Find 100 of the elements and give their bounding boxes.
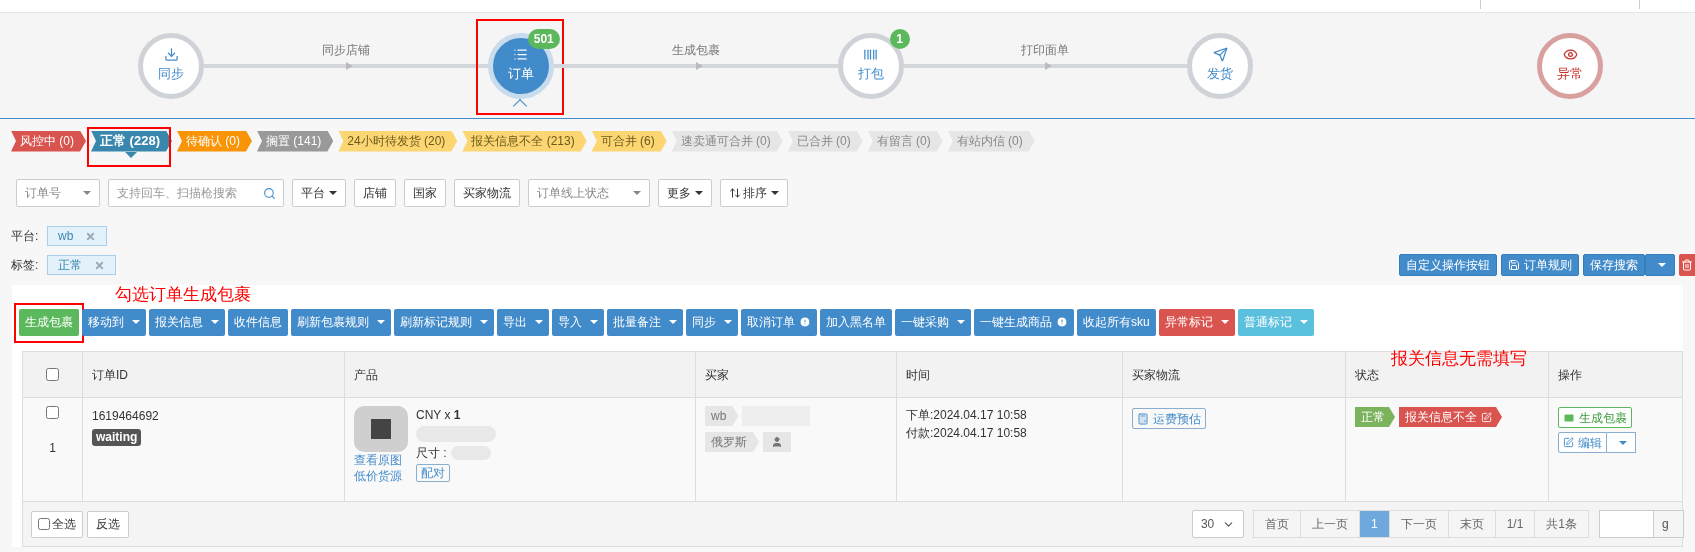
edit-button[interactable]: 编辑 (1558, 432, 1607, 453)
eye-icon (1562, 47, 1578, 63)
go-button[interactable]: g (1654, 510, 1684, 538)
toolbar-button[interactable]: 取消订单 (741, 308, 817, 336)
toolbar-button[interactable]: 收件信息 (228, 308, 288, 336)
order-time: 下单:2024.04.17 10:58 (906, 407, 1028, 424)
toolbar-button[interactable]: 生成包裹 (19, 308, 79, 336)
status-tab[interactable]: 速卖通可合并 (0) (671, 130, 783, 152)
invert-selection-button[interactable]: 反选 (87, 510, 129, 538)
status-tab[interactable]: 报关信息不全 (213) (462, 130, 587, 152)
toolbar-button[interactable]: 普通标记 (1237, 308, 1314, 336)
annotation-text: 勾选订单生成包裹 (115, 285, 251, 304)
size-label: 尺寸 : (416, 445, 447, 462)
toolbar-button[interactable]: 加入黑名单 (820, 308, 892, 336)
filter-dropdown[interactable]: 更多 (658, 179, 712, 207)
count-badge: 1 (889, 28, 910, 49)
platform-tag: wb (705, 406, 739, 426)
paper-plane-icon (1212, 47, 1228, 63)
status-tab[interactable]: 可合并 (6) (591, 130, 667, 152)
filter-button[interactable]: 店铺 (354, 179, 396, 207)
toolbar-button[interactable]: 一键采购 (895, 308, 971, 336)
select-all-checkbox[interactable] (38, 518, 50, 530)
save-search-button[interactable]: 保存搜索 (1583, 254, 1645, 276)
page-input-field[interactable] (1599, 510, 1654, 538)
caret-icon (535, 320, 543, 324)
workflow-step[interactable]: 异常 (1537, 32, 1603, 99)
close-icon (94, 259, 105, 271)
dropdown-toggle[interactable] (1607, 432, 1636, 453)
column-header: 买家物流 (1132, 366, 1180, 384)
pagination-button[interactable]: 1 (1358, 510, 1390, 538)
toolbar-button[interactable]: 移动到 (82, 308, 146, 336)
caret-icon (669, 320, 677, 324)
trash-icon (1681, 259, 1693, 271)
shipping-estimate-button[interactable]: 运费预估 (1132, 408, 1206, 429)
dropdown-toggle[interactable] (1645, 254, 1675, 276)
status-tab[interactable]: 24小时待发货 (20) (338, 130, 458, 152)
status-tab[interactable]: 有站内信 (0) (947, 130, 1035, 152)
product-link[interactable]: 低价货源 (354, 468, 408, 484)
pagination-button[interactable]: 末页 (1447, 510, 1496, 538)
pagination-button[interactable]: 下一页 (1388, 510, 1449, 538)
column-header: 订单ID (92, 366, 128, 384)
order-rules-button[interactable]: 订单规则 (1501, 254, 1579, 276)
filter-tag[interactable]: wb (47, 226, 108, 246)
input-field[interactable] (1480, 0, 1640, 9)
edit-icon (1563, 437, 1574, 448)
select-all-checkbox[interactable] (46, 368, 59, 381)
status-tab[interactable]: 风控中 (0) (11, 130, 86, 152)
select-field[interactable]: 订单号 (16, 179, 100, 207)
annotation-text: 报关信息无需填写 (1391, 348, 1527, 370)
toolbar-button[interactable]: 一键生成商品 (974, 308, 1074, 336)
pagination-button[interactable]: 1/1 (1494, 510, 1536, 538)
custom-actions-button[interactable]: 自定义操作按钮 (1399, 254, 1497, 276)
toolbar-button[interactable]: 异常标记 (1158, 308, 1235, 336)
alert-icon (1056, 316, 1068, 328)
column-header: 操作 (1558, 366, 1582, 384)
caret-icon (377, 320, 385, 324)
edit-icon (1481, 411, 1492, 423)
toolbar-button[interactable]: 收起所有sku (1077, 308, 1156, 336)
caret-icon (957, 320, 965, 324)
pair-button[interactable]: 配对 (416, 464, 450, 482)
order-id: 1619464692 (92, 408, 159, 425)
filter-tag[interactable]: 正常 (47, 255, 116, 275)
search-field[interactable]: 支持回车、扫描枪搜索 (108, 179, 284, 207)
filter-dropdown[interactable]: 平台 (292, 179, 346, 207)
arrow-icon (695, 61, 703, 70)
select-all-button[interactable]: 全选 (31, 510, 83, 538)
toolbar-button[interactable]: 批量备注 (607, 308, 683, 336)
pagination-button[interactable]: 首页 (1252, 510, 1301, 538)
status-tab[interactable]: 已合并 (0) (787, 130, 863, 152)
barcode-icon (863, 47, 878, 63)
page-size-select[interactable]: 30 (1191, 510, 1244, 538)
toolbar-button[interactable]: 刷新包裹规则 (291, 308, 391, 336)
toolbar-button[interactable]: 报关信息 (149, 308, 225, 336)
toolbar-button[interactable]: 导出 (497, 308, 549, 336)
select-field[interactable]: 订单线上状态 (528, 179, 650, 207)
pagination-button[interactable]: 上一页 (1299, 510, 1360, 538)
column-header: 时间 (906, 366, 930, 384)
pagination-button[interactable]: 共1条 (1534, 510, 1589, 538)
status-tab[interactable]: 待确认 (0) (176, 130, 252, 152)
toolbar-button[interactable]: 导入 (552, 308, 604, 336)
delete-button[interactable] (1679, 254, 1695, 276)
filter-button[interactable]: 买家物流 (454, 179, 520, 207)
caret-icon (1619, 441, 1627, 446)
status-tab[interactable]: 有留言 (0) (867, 130, 943, 152)
order-status-badge: waiting (92, 429, 142, 446)
sort-button[interactable]: 排序 (720, 179, 788, 207)
status-tab[interactable]: 搁置 (141) (256, 130, 334, 152)
filter-button[interactable]: 国家 (404, 179, 446, 207)
toolbar-button[interactable]: 同步 (686, 308, 738, 336)
status-tab[interactable]: 正常 (228) (91, 130, 172, 152)
arrow-icon (1045, 61, 1053, 70)
create-package-button[interactable]: 生成包裹 (1558, 407, 1632, 428)
product-link[interactable]: 查看原图 (354, 452, 408, 468)
row-checkbox[interactable] (46, 406, 59, 419)
toolbar-button[interactable]: 刷新标记规则 (394, 308, 494, 336)
country-tag: 俄罗斯 (705, 432, 759, 452)
caret-icon (724, 320, 732, 324)
workflow-step[interactable]: 发货 (1187, 32, 1254, 99)
workflow-step[interactable]: 同步 (138, 32, 204, 99)
calculator-icon (1137, 412, 1149, 425)
